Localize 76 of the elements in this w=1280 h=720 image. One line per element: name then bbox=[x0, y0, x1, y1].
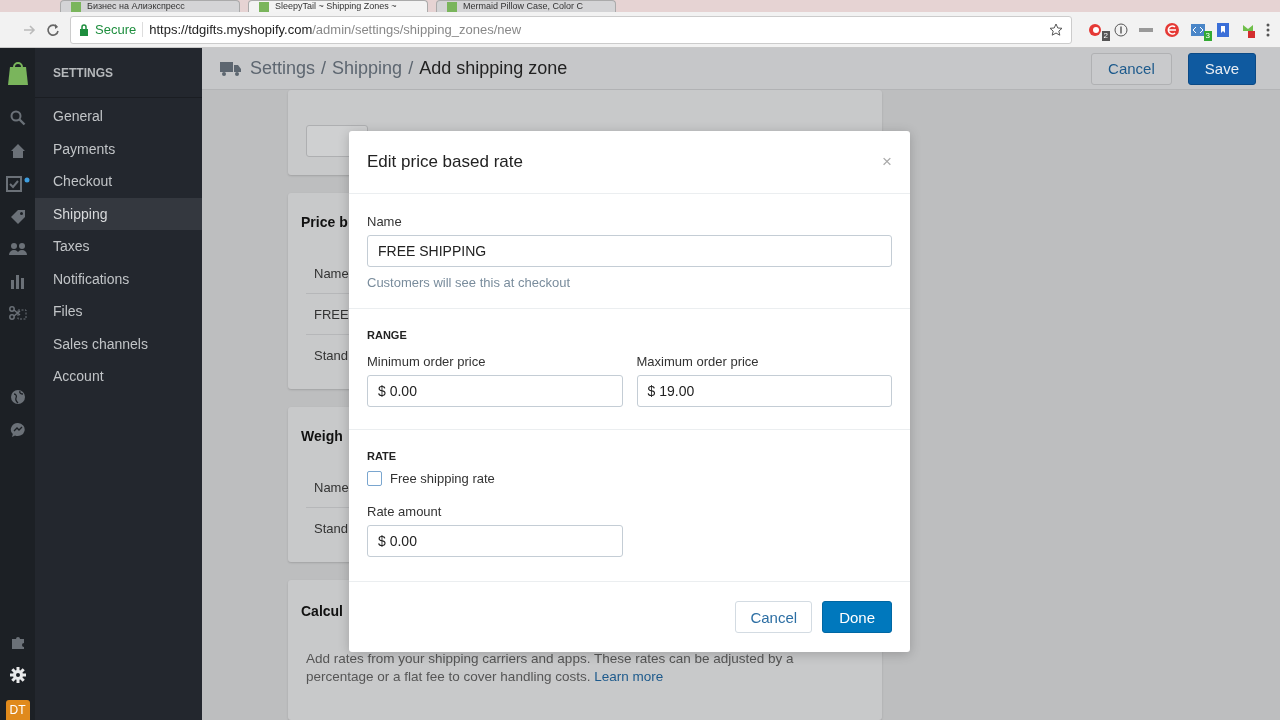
breadcrumb-separator: / bbox=[408, 58, 414, 79]
table-cell: Name bbox=[314, 265, 349, 281]
breadcrumb-link[interactable]: Settings bbox=[250, 58, 316, 79]
rate-input[interactable]: $ 0.00 bbox=[367, 525, 623, 557]
extension-badge: 3 bbox=[1203, 30, 1212, 41]
bookmark-icon[interactable] bbox=[1216, 21, 1230, 38]
table-cell: Stand bbox=[314, 520, 348, 536]
lock-icon bbox=[79, 23, 89, 36]
extension-icon[interactable] bbox=[1088, 21, 1104, 38]
browser-tab[interactable]: SleepyTail ~ Shipping Zones ~ bbox=[248, 0, 428, 12]
home-icon[interactable] bbox=[9, 143, 26, 159]
search-icon[interactable] bbox=[9, 110, 26, 126]
price-input[interactable]: $ 19.00 bbox=[636, 375, 892, 407]
sidebar-item[interactable]: General bbox=[35, 100, 202, 133]
bookmark-star-icon[interactable] bbox=[1049, 22, 1063, 37]
sidebar-item[interactable]: Taxes bbox=[35, 230, 202, 263]
field-label: Minimum order price bbox=[367, 354, 487, 369]
section-heading: RANGE bbox=[367, 329, 408, 341]
orders-icon[interactable] bbox=[5, 176, 30, 192]
customers-icon[interactable] bbox=[8, 242, 27, 256]
sidebar-heading: SETTINGS bbox=[53, 65, 113, 80]
browser-tab[interactable]: Бизнес на Алиэкспресс bbox=[60, 0, 240, 12]
settings-icon[interactable] bbox=[9, 667, 26, 683]
breadcrumb-separator: / bbox=[321, 58, 327, 79]
reload-icon[interactable] bbox=[46, 22, 60, 37]
scissors-icon[interactable] bbox=[8, 306, 27, 320]
extension-badge: 2 bbox=[1101, 30, 1110, 41]
secure-label: Secure bbox=[95, 22, 144, 37]
field-label: Rate amount bbox=[367, 504, 443, 519]
chat-bubble-icon[interactable] bbox=[9, 422, 26, 438]
bar-chart-icon[interactable] bbox=[9, 273, 26, 289]
checkbox[interactable] bbox=[367, 471, 382, 486]
sidebar-item[interactable]: Sales channels bbox=[35, 327, 202, 360]
sidebar-item[interactable]: Account bbox=[35, 360, 202, 393]
name-input[interactable]: FREE SHIPPING bbox=[367, 235, 892, 267]
price-input[interactable]: $ 0.00 bbox=[367, 375, 623, 407]
sidebar-item[interactable]: Shipping bbox=[35, 197, 202, 230]
url-text: https://tdgifts.myshopify.com/admin/settings/shipping_zones/new bbox=[149, 22, 522, 37]
page-icon bbox=[447, 1, 457, 12]
page-icon bbox=[71, 1, 81, 12]
breadcrumb-link[interactable]: Shipping bbox=[332, 58, 403, 79]
field-label: Maximum order price bbox=[636, 354, 760, 369]
dialog-title: Edit price based rate bbox=[367, 152, 523, 172]
globe-icon[interactable] bbox=[9, 389, 26, 405]
browser-tab[interactable]: Mermaid Pillow Case, Color C bbox=[436, 0, 616, 12]
checkbox-label[interactable]: Free shipping rate bbox=[390, 471, 495, 486]
shopping-bag-logo-icon[interactable] bbox=[6, 60, 29, 86]
puzzle-icon[interactable] bbox=[9, 634, 26, 650]
save-button[interactable]: Save bbox=[1187, 52, 1256, 85]
table-cell: Stand bbox=[314, 347, 348, 363]
page-title: Add shipping zone bbox=[419, 58, 568, 79]
done-button[interactable]: Done bbox=[822, 601, 892, 633]
menu-icon[interactable] bbox=[1266, 22, 1270, 37]
card-title: Price b bbox=[301, 214, 348, 230]
address-bar[interactable]: Secure https://tdgifts.myshopify.com/admin/settings/shipping_zones/new bbox=[70, 15, 1072, 44]
sidebar-item[interactable]: Notifications bbox=[35, 262, 202, 295]
table-cell: Name bbox=[314, 479, 349, 495]
truck-icon bbox=[220, 61, 242, 76]
tag-icon[interactable] bbox=[9, 209, 26, 225]
cancel-button[interactable]: Cancel bbox=[1091, 52, 1172, 85]
cancel-button[interactable]: Cancel bbox=[735, 601, 813, 633]
page-icon bbox=[259, 1, 269, 12]
sidebar-item[interactable]: Checkout bbox=[35, 165, 202, 198]
card-title: Calcul bbox=[301, 603, 343, 619]
sidebar-item[interactable]: Payments bbox=[35, 132, 202, 165]
table-cell: FREE bbox=[314, 306, 349, 322]
learn-more-link[interactable]: Learn more bbox=[594, 669, 664, 684]
extension-icon[interactable] bbox=[1190, 21, 1206, 38]
card-description: Add rates from your shipping carriers and apps. These rates can be adjusted by a percentage or a flat fee to cover handling costs. Learn more bbox=[306, 650, 795, 686]
section-heading: RATE bbox=[367, 450, 398, 462]
sidebar-item[interactable]: Files bbox=[35, 295, 202, 328]
card-title: Weigh bbox=[301, 428, 343, 444]
extension-icon[interactable] bbox=[1164, 21, 1180, 38]
field-label: Name bbox=[367, 214, 403, 229]
info-icon[interactable] bbox=[1114, 22, 1128, 37]
help-text: Customers will see this at checkout bbox=[367, 275, 572, 290]
